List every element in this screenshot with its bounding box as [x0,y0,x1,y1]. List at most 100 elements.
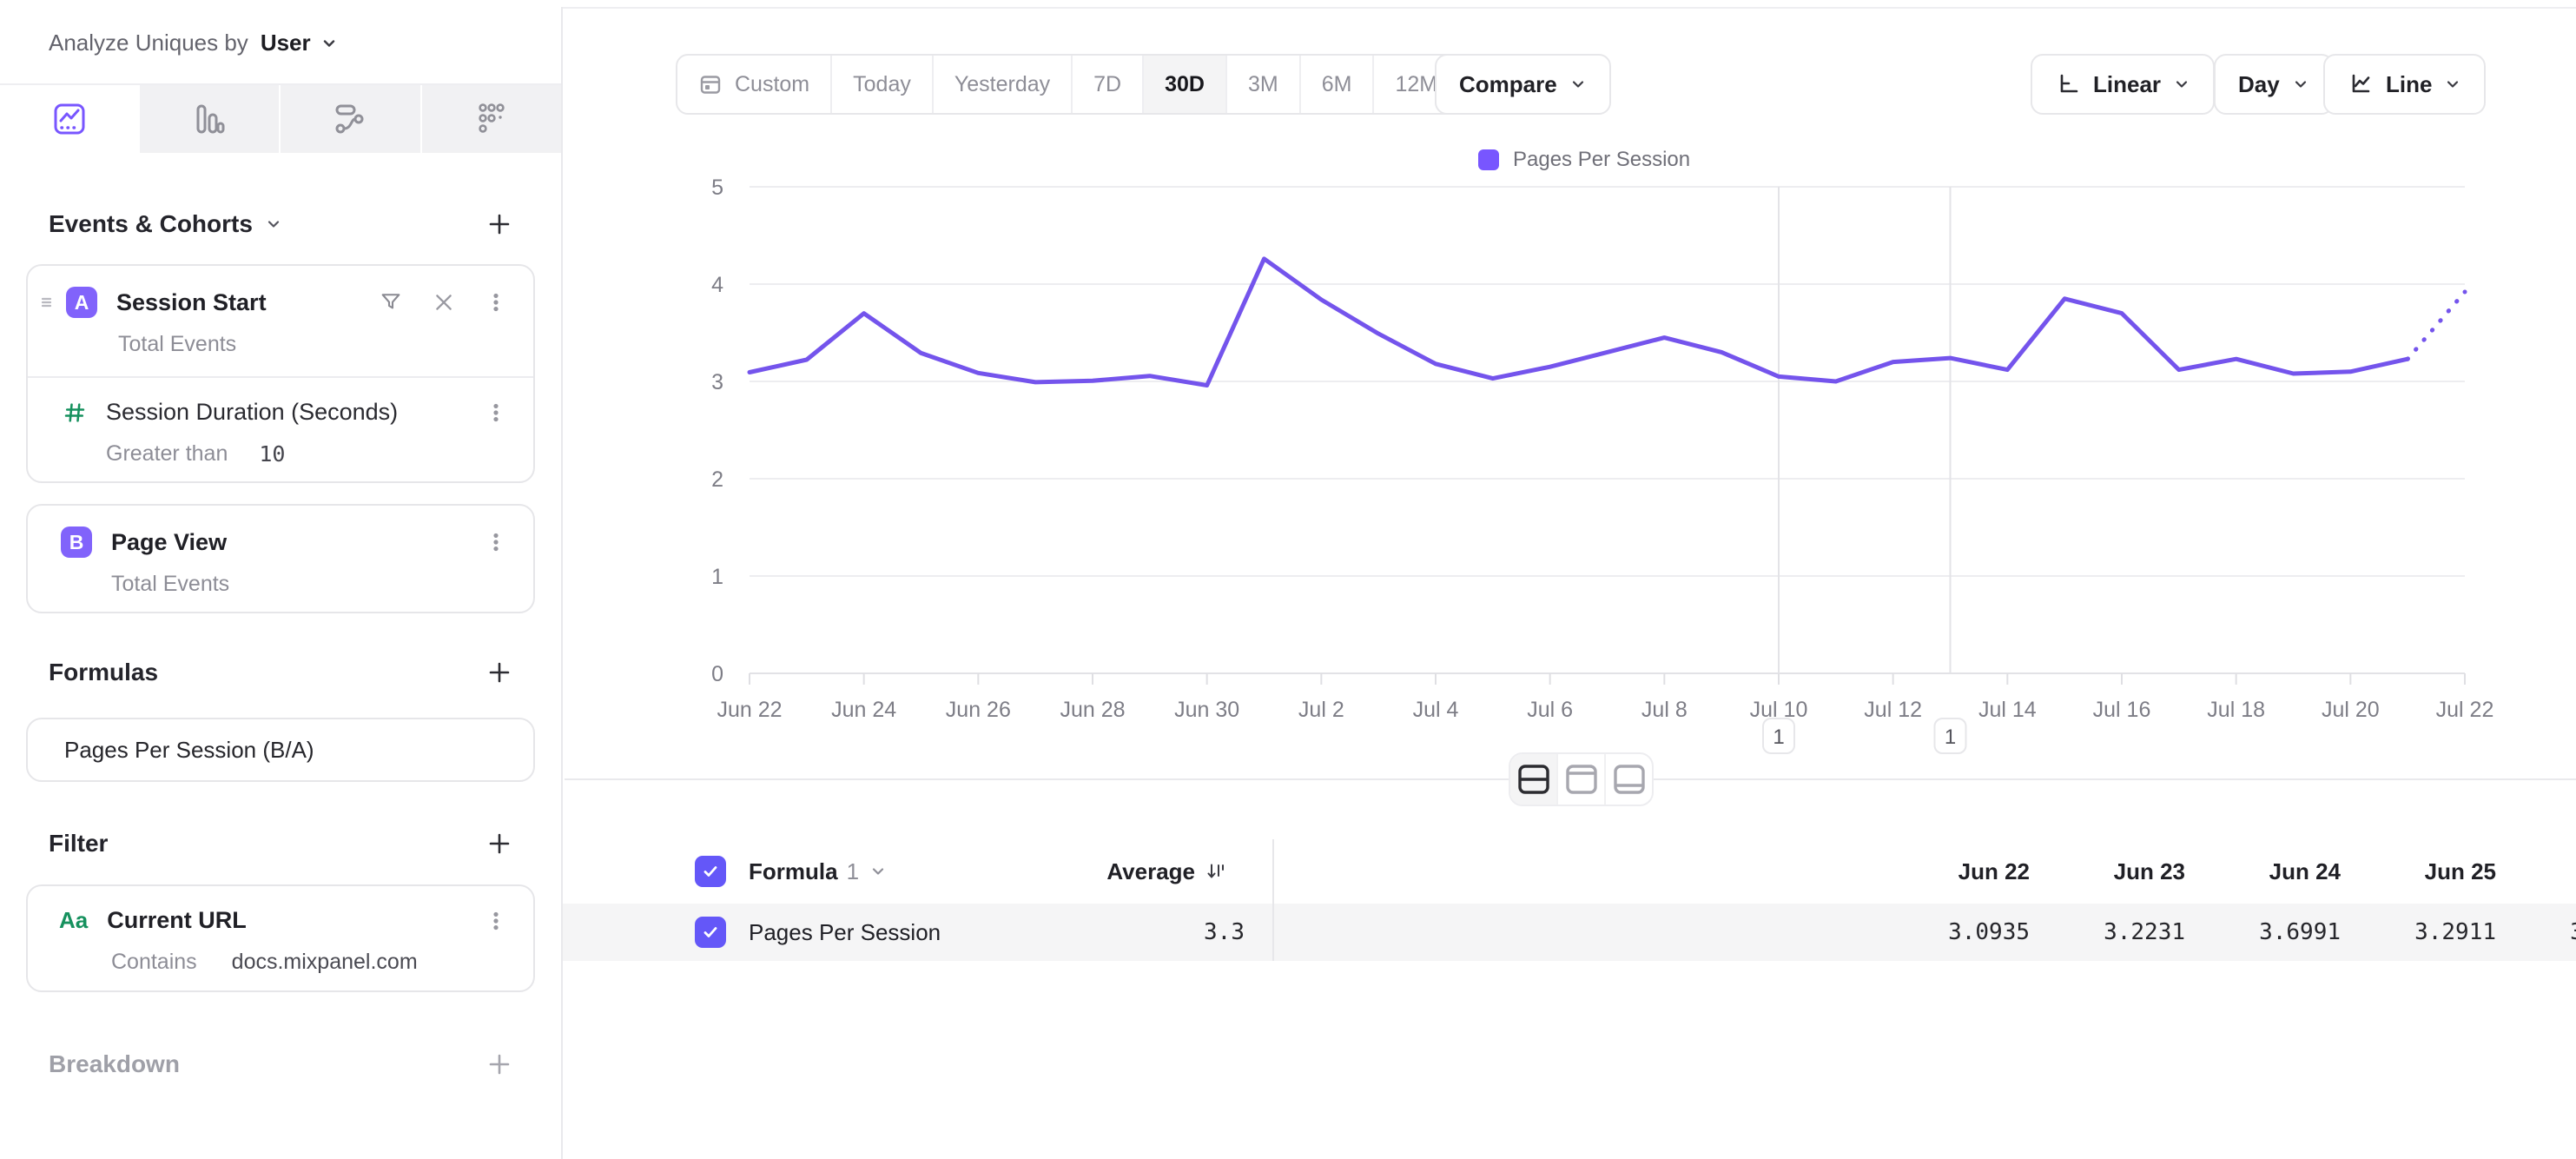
formula-text[interactable]: Pages Per Session (B/A) [64,737,314,764]
filter-heading: Filter [49,830,108,858]
tab-funnels[interactable] [140,85,280,153]
analyze-value-dropdown[interactable]: User [261,30,311,56]
annotation-badge-count: 1 [1773,725,1784,749]
event-title[interactable]: Session Start [116,289,379,316]
table-cell-value: 3.2231 [2030,919,2185,945]
report-type-tabs [0,83,561,153]
tab-flows[interactable] [279,85,420,153]
row-average-value: 3.3 [1204,904,1245,961]
table-column-header[interactable]: Jun 23 [2030,858,2185,885]
table-cell-value: 3.0935 [1874,919,2030,945]
x-axis-tick-label: Jun 30 [1174,698,1239,722]
breakdown-header: Breakdown [49,1050,512,1078]
kebab-menu-icon[interactable] [485,531,507,553]
x-axis-tick-label: Jul 14 [1978,698,2037,722]
x-axis-tick-label: Jul 6 [1527,698,1573,722]
kebab-menu-icon[interactable] [485,291,507,314]
add-event-button[interactable] [486,211,512,237]
numeric-property-icon [63,401,87,425]
x-axis-tick-label: Jul 8 [1641,698,1688,722]
event-letter-badge: A [66,287,97,318]
formulas-header: Formulas [49,659,512,686]
x-axis-tick-label: Jun 26 [946,698,1011,722]
y-axis-tick-label: 4 [711,273,723,297]
event-title[interactable]: Page View [111,529,485,556]
analyze-label: Analyze Uniques by [49,30,248,56]
x-axis-tick-label: Jul 18 [2207,698,2265,722]
text-property-icon: Aa [59,907,88,934]
property-operator[interactable]: Greater than [106,441,228,467]
table-header-row: Formula 1 Average Jun 22Jun 23Jun 24Jun … [563,839,2576,904]
add-formula-button[interactable] [486,659,512,685]
property-filter-title[interactable]: Session Duration (Seconds) [106,399,485,426]
select-all-checkbox[interactable] [695,856,726,887]
x-axis-tick-label: Jun 28 [1060,698,1125,722]
filter-value[interactable]: docs.mixpanel.com [232,950,418,975]
x-axis-tick-label: Jul 12 [1864,698,1922,722]
chevron-down-icon[interactable] [265,215,282,233]
y-axis-tick-label: 1 [711,565,723,589]
y-axis-tick-label: 0 [711,662,723,686]
line-chart[interactable]: 0 1 2 3 4 5 Jun 22 Jun 24 Jun 26 Jun 28 Jun 30 Jul … [563,0,2576,782]
x-axis-tick-label: Jul 2 [1298,698,1344,722]
filter-icon[interactable] [379,290,403,315]
drag-handle-icon[interactable] [38,292,59,313]
add-filter-button[interactable] [486,831,512,857]
event-aggregation[interactable]: Total Events [28,558,533,616]
x-axis-tick-label: Jun 24 [831,698,896,722]
filter-card-current-url[interactable]: Aa Current URL Contains docs.mixpanel.co… [26,884,535,992]
table-column-header[interactable]: Jun 26 [2496,858,2576,885]
event-card-page-view[interactable]: B Page View Total Events [26,504,535,613]
table-row-series: Pages Per Session 3.3 [563,904,1272,961]
annotation-badge-count: 1 [1945,725,1956,749]
table-column-header[interactable]: Jun 22 [1874,858,2030,885]
table-date-columns: Jun 22Jun 23Jun 24Jun 25Jun 26Jun 27Jun … [1835,839,2576,904]
x-axis-tick-label: Jul 20 [2322,698,2380,722]
event-card-session-start[interactable]: A Session Start Total Events Session Dur… [26,264,535,483]
property-value[interactable]: 10 [259,441,285,467]
series-line-dotted-segment [2408,292,2465,359]
formula-group-number: 1 [847,858,859,885]
events-cohorts-heading: Events & Cohorts [49,210,253,238]
tab-retention[interactable] [420,85,562,153]
view-toggle-chart-only[interactable] [1556,754,1604,805]
event-letter-badge: B [61,527,92,558]
filter-operator[interactable]: Contains [111,950,197,975]
row-checkbox[interactable] [695,917,726,948]
row-label: Pages Per Session [749,919,941,946]
close-icon[interactable] [433,291,455,314]
chevron-down-icon[interactable] [869,863,887,880]
table-column-header[interactable]: Jun 25 [2341,858,2496,885]
table-column-header[interactable]: Jun 24 [2185,858,2341,885]
table-row-values: 3.09353.22313.69913.29113.08652.99183.00… [1835,904,2576,961]
sort-descending-icon [1205,861,1226,882]
formulas-heading: Formulas [49,659,158,686]
formula-group-label[interactable]: Formula [749,858,838,885]
filter-property-title[interactable]: Current URL [107,907,485,934]
average-column-header[interactable]: Average [1106,839,1226,904]
events-cohorts-header: Events & Cohorts [49,210,512,238]
event-aggregation[interactable]: Total Events [28,318,533,376]
table-row[interactable]: Pages Per Session 3.3 3.09353.22313.6991… [563,904,2576,961]
table-cell-value: 3.2911 [2341,919,2496,945]
view-toggle-split[interactable] [1510,754,1556,805]
view-toggle-table-only[interactable] [1604,754,1652,805]
tab-insights[interactable] [0,85,140,153]
breakdown-heading: Breakdown [49,1050,180,1078]
chevron-down-icon[interactable] [320,34,339,53]
y-axis-tick-label: 3 [711,370,723,394]
table-cell-value: 3.6991 [2185,919,2341,945]
add-breakdown-button[interactable] [486,1051,512,1077]
kebab-menu-icon[interactable] [485,910,507,932]
table-series-header: Formula 1 Average [563,839,1272,904]
x-axis-tick-label: Jul 22 [2436,698,2494,722]
x-axis-tick-label: Jul 16 [2093,698,2151,722]
kebab-menu-icon[interactable] [485,401,507,424]
series-line [750,259,2408,386]
y-axis-tick-label: 5 [711,176,723,200]
x-axis-tick-label: Jul 4 [1413,698,1459,722]
formula-input[interactable]: Pages Per Session (B/A) [26,718,535,782]
x-axis-tick-label: Jun 22 [717,698,782,722]
y-axis-tick-label: 2 [711,467,723,492]
view-layout-toggle [1509,752,1654,806]
